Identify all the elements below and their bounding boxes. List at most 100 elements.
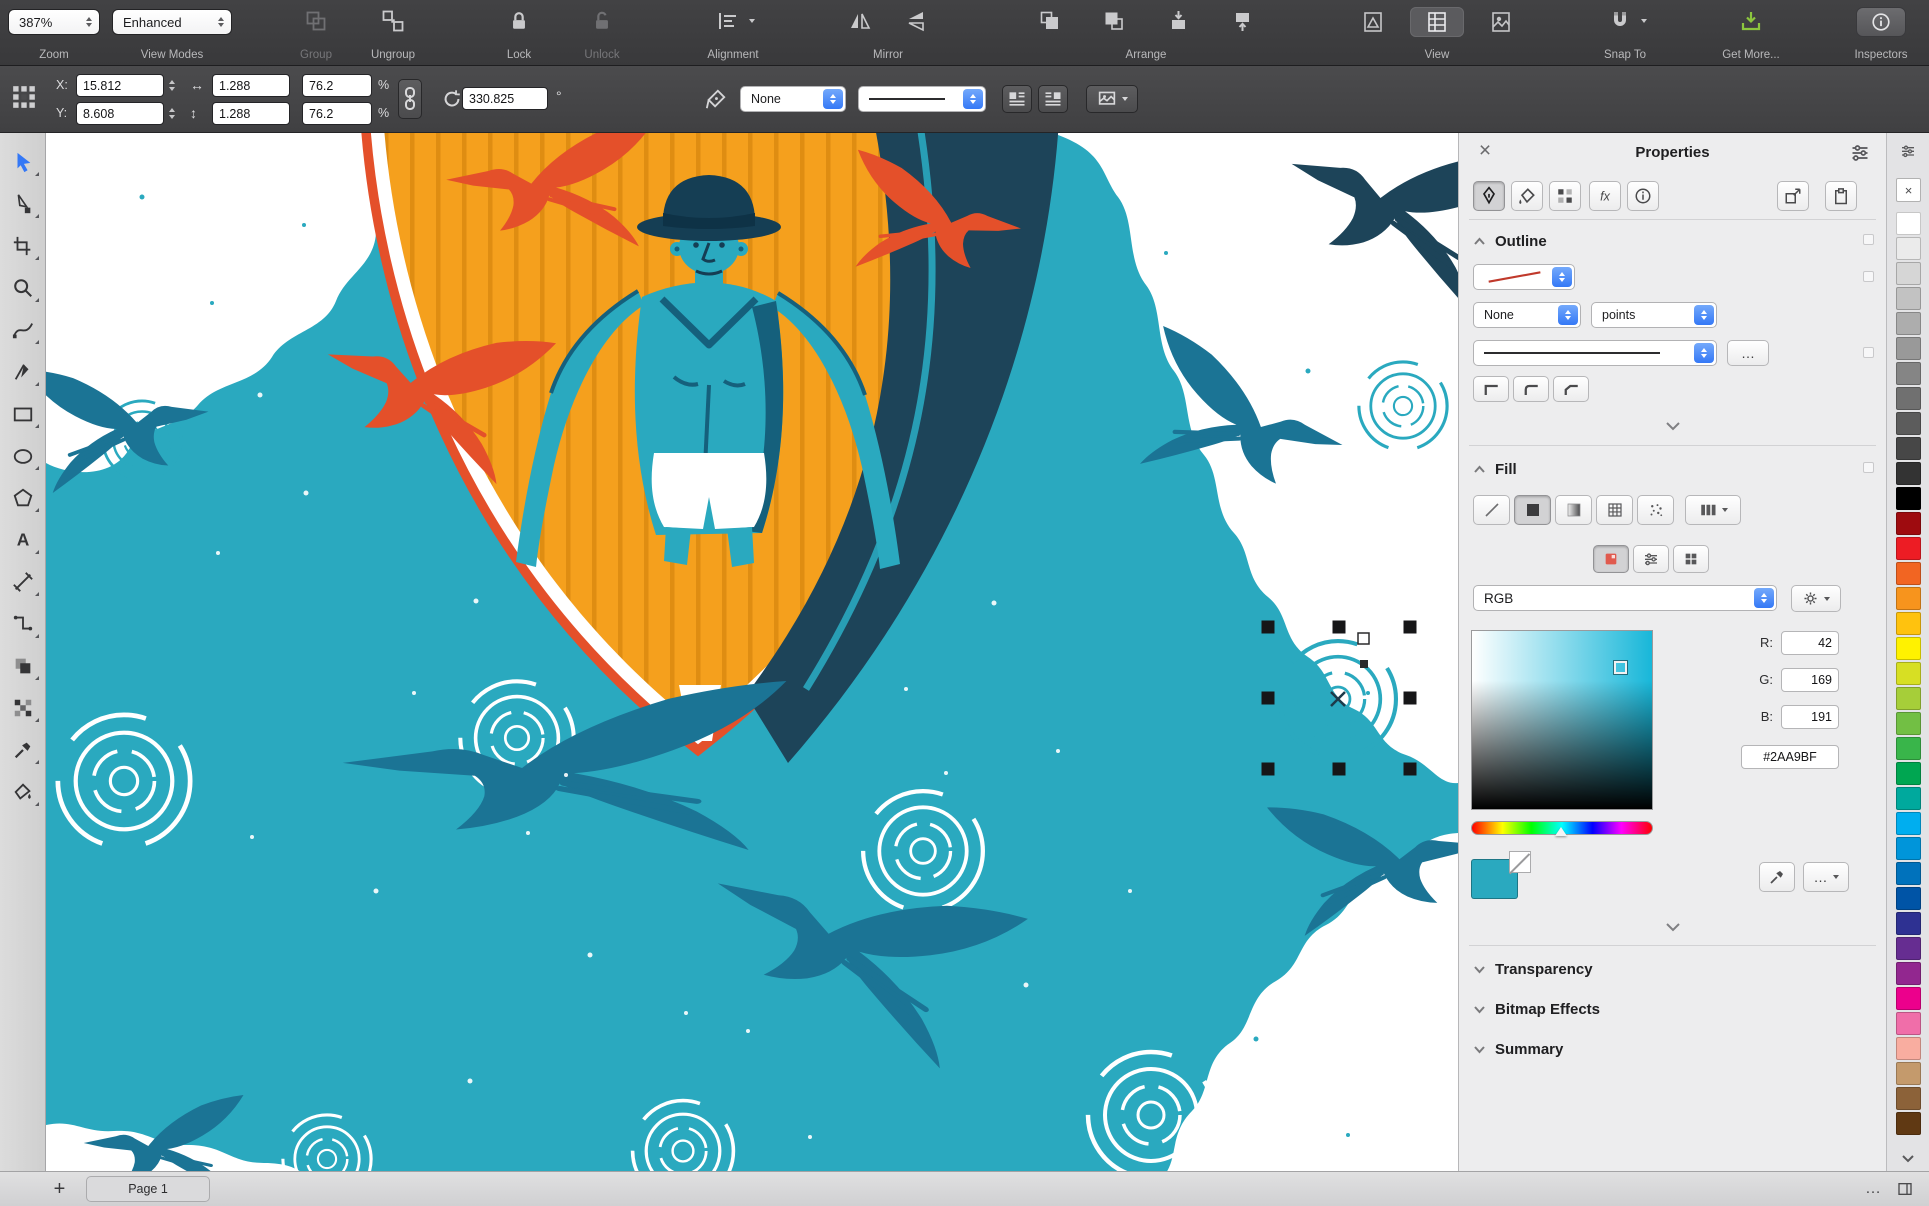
r-channel-input[interactable]	[1781, 631, 1839, 655]
scale-width-input[interactable]	[302, 74, 372, 97]
palette-swatch[interactable]	[1895, 687, 1921, 710]
snap-to-button[interactable]: Snap To	[1592, 0, 1658, 65]
fill-texture-button[interactable]	[1637, 495, 1674, 525]
wrap-text-alt-button[interactable]	[1038, 85, 1068, 113]
color-sliders-mode-button[interactable]	[1633, 545, 1669, 573]
tool-pick-button[interactable]	[0, 141, 45, 183]
status-more-button[interactable]: …	[1865, 1180, 1881, 1198]
tool-zoom-button[interactable]	[0, 267, 45, 309]
tool-connector-button[interactable]	[0, 603, 45, 645]
palette-swatch[interactable]	[1895, 612, 1921, 635]
fill-none-button[interactable]	[1473, 495, 1510, 525]
palette-swatch[interactable]	[1895, 512, 1921, 535]
palette-swatch[interactable]	[1895, 1012, 1921, 1035]
tab-outline[interactable]	[1473, 181, 1505, 211]
no-color-swatch[interactable]: ×	[1896, 178, 1921, 202]
outline-width-select[interactable]: None	[740, 86, 846, 112]
b-channel-input[interactable]	[1781, 705, 1839, 729]
view-normal-button[interactable]	[1410, 7, 1464, 37]
outline-line-style-select[interactable]	[1473, 340, 1717, 366]
tab-frame-export[interactable]	[1777, 181, 1809, 211]
tool-eyedropper-button[interactable]	[0, 729, 45, 771]
tool-rectangle-button[interactable]	[0, 393, 45, 435]
hue-slider-marker[interactable]	[1554, 827, 1567, 836]
palette-swatch[interactable]	[1895, 1062, 1921, 1085]
zoom-select[interactable]: 387%	[8, 9, 100, 35]
tool-dimension-button[interactable]	[0, 561, 45, 603]
tool-drop-shadow-button[interactable]	[0, 645, 45, 687]
tab-clipboard[interactable]	[1825, 181, 1857, 211]
outline-expander[interactable]	[1459, 421, 1886, 431]
outline-settings-more-button[interactable]: …	[1727, 340, 1769, 366]
y-stepper[interactable]	[165, 102, 179, 125]
outline-style-select[interactable]	[858, 86, 986, 112]
palette-swatch[interactable]	[1895, 237, 1921, 260]
color-picker-cursor[interactable]	[1613, 660, 1629, 676]
tool-crop-button[interactable]	[0, 225, 45, 267]
tool-ellipse-button[interactable]	[0, 435, 45, 477]
lock-ratio-button[interactable]	[398, 79, 422, 119]
color-palettes-mode-button[interactable]	[1673, 545, 1709, 573]
eyedropper-button[interactable]	[1759, 862, 1795, 892]
palette-swatch[interactable]	[1895, 962, 1921, 985]
palette-swatch[interactable]	[1895, 712, 1921, 735]
y-input[interactable]	[76, 102, 164, 125]
mirror-vertical-button[interactable]	[900, 7, 932, 35]
tool-polygon-button[interactable]	[0, 477, 45, 519]
palette-swatch[interactable]	[1895, 737, 1921, 760]
to-back-button[interactable]	[1098, 7, 1130, 35]
outline-style-preview-select[interactable]	[1473, 264, 1575, 290]
scale-height-input[interactable]	[302, 102, 372, 125]
outline-section-header[interactable]: Outline	[1459, 225, 1886, 257]
color-model-select[interactable]: RGB	[1473, 585, 1777, 611]
inspectors-button[interactable]: Inspectors	[1845, 0, 1917, 65]
outline-width-select[interactable]: None	[1473, 302, 1581, 328]
palette-swatch[interactable]	[1895, 1037, 1921, 1060]
fill-more-button[interactable]: …	[1803, 862, 1849, 892]
g-channel-input[interactable]	[1781, 668, 1839, 692]
view-enhanced-button[interactable]	[1474, 7, 1528, 37]
tab-summary[interactable]	[1627, 181, 1659, 211]
palette-swatch[interactable]	[1895, 212, 1921, 235]
palette-swatch[interactable]	[1895, 362, 1921, 385]
object-origin-icon[interactable]	[8, 83, 40, 111]
canvas[interactable]	[46, 133, 1458, 1171]
tab-transparency[interactable]	[1549, 181, 1581, 211]
fill-expander[interactable]	[1459, 922, 1886, 932]
frame-options-select[interactable]	[1086, 85, 1138, 113]
palette-swatch[interactable]	[1895, 637, 1921, 660]
palette-swatch[interactable]	[1895, 262, 1921, 285]
summary-section-header[interactable]: Summary	[1459, 1031, 1886, 1067]
x-input[interactable]	[76, 74, 164, 97]
palette-swatch[interactable]	[1895, 487, 1921, 510]
palette-options-icon[interactable]	[1887, 143, 1929, 159]
fill-pattern-button[interactable]	[1596, 495, 1633, 525]
palette-swatch[interactable]	[1895, 337, 1921, 360]
palette-swatch[interactable]	[1895, 587, 1921, 610]
palette-swatch[interactable]	[1895, 1112, 1921, 1135]
palette-swatch[interactable]	[1895, 912, 1921, 935]
palette-swatch[interactable]	[1895, 862, 1921, 885]
palette-swatch[interactable]	[1895, 562, 1921, 585]
back-one-button[interactable]	[1226, 7, 1258, 35]
wrap-text-button[interactable]	[1002, 85, 1032, 113]
corner-miter-button[interactable]	[1473, 376, 1509, 402]
palette-swatch[interactable]	[1895, 762, 1921, 785]
palette-swatch[interactable]	[1895, 287, 1921, 310]
palette-swatch[interactable]	[1895, 537, 1921, 560]
tab-effects[interactable]: fx	[1589, 181, 1621, 211]
hue-slider[interactable]	[1471, 821, 1653, 836]
corner-bevel-button[interactable]	[1553, 376, 1589, 402]
alignment-button[interactable]: Alignment	[694, 0, 772, 65]
palette-swatch[interactable]	[1895, 887, 1921, 910]
tool-freehand-button[interactable]	[0, 309, 45, 351]
palette-swatch[interactable]	[1895, 387, 1921, 410]
no-fill-mini-swatch[interactable]	[1509, 851, 1531, 873]
palette-swatch[interactable]	[1895, 837, 1921, 860]
color-options-gear-select[interactable]	[1791, 585, 1841, 612]
palette-swatch[interactable]	[1895, 312, 1921, 335]
ungroup-button[interactable]: Ungroup	[360, 0, 426, 65]
rotation-input[interactable]	[462, 87, 548, 110]
tool-shape-button[interactable]	[0, 183, 45, 225]
fill-uniform-button[interactable]	[1514, 495, 1551, 525]
